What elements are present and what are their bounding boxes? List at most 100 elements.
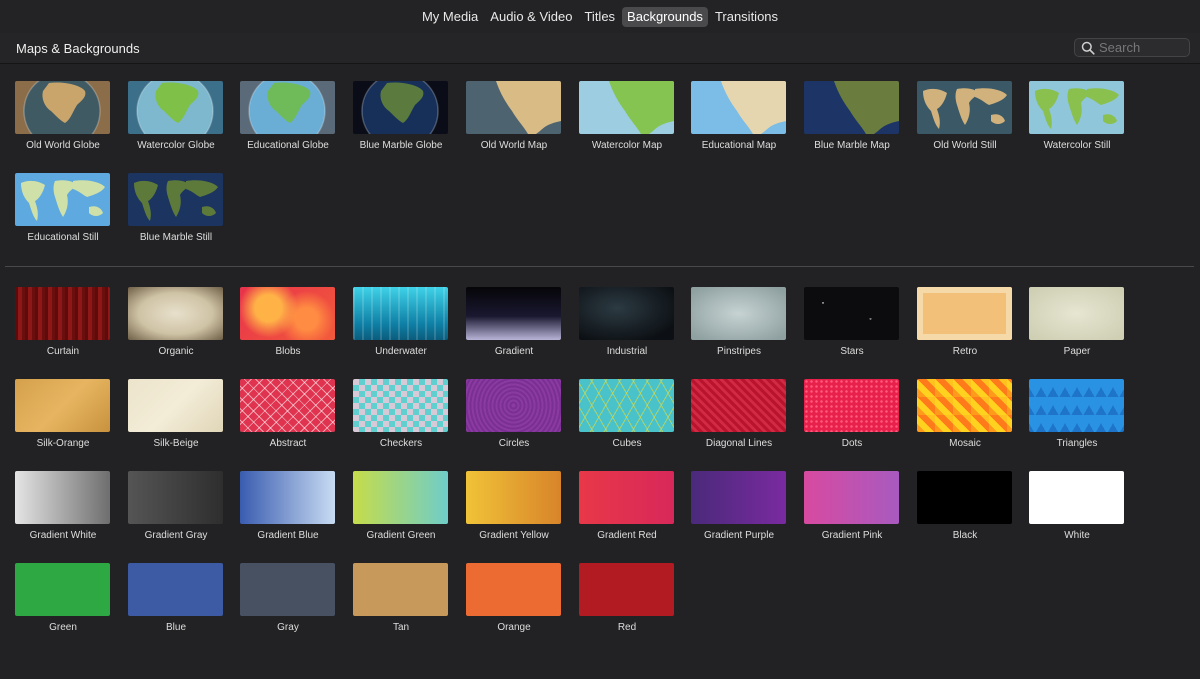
thumbnail[interactable] xyxy=(691,471,786,524)
thumbnail[interactable] xyxy=(917,81,1012,134)
thumbnail[interactable] xyxy=(804,379,899,432)
thumbnail[interactable] xyxy=(579,379,674,432)
tile-black[interactable]: Black xyxy=(917,471,1013,541)
thumbnail[interactable] xyxy=(1029,81,1124,134)
tile-retro[interactable]: Retro xyxy=(917,287,1013,357)
tile-gradient-green[interactable]: Gradient Green xyxy=(353,471,449,541)
tile-stars[interactable]: Stars xyxy=(804,287,900,357)
thumbnail[interactable] xyxy=(466,471,561,524)
thumbnail[interactable] xyxy=(466,287,561,340)
tile-dots[interactable]: Dots xyxy=(804,379,900,449)
tab-backgrounds[interactable]: Backgrounds xyxy=(622,6,708,27)
thumbnail[interactable] xyxy=(240,379,335,432)
tile-silk-orange[interactable]: Silk-Orange xyxy=(15,379,111,449)
tile-gray[interactable]: Gray xyxy=(240,563,336,633)
thumbnail[interactable] xyxy=(691,287,786,340)
thumbnail[interactable] xyxy=(579,81,674,134)
thumbnail[interactable] xyxy=(353,471,448,524)
tile-educational-globe[interactable]: Educational Globe xyxy=(240,81,336,151)
thumbnail[interactable] xyxy=(128,81,223,134)
tile-watercolor-still[interactable]: Watercolor Still xyxy=(1029,81,1125,151)
thumbnail[interactable] xyxy=(15,287,110,340)
tile-red[interactable]: Red xyxy=(579,563,675,633)
tile-green[interactable]: Green xyxy=(15,563,111,633)
thumbnail[interactable] xyxy=(240,563,335,616)
tile-gradient-white[interactable]: Gradient White xyxy=(15,471,111,541)
tile-blue[interactable]: Blue xyxy=(128,563,224,633)
thumbnail[interactable] xyxy=(128,287,223,340)
tile-organic[interactable]: Organic xyxy=(128,287,224,357)
tile-circles[interactable]: Circles xyxy=(466,379,562,449)
tab-my-media[interactable]: My Media xyxy=(417,7,483,27)
tile-cubes[interactable]: Cubes xyxy=(579,379,675,449)
tile-watercolor-map[interactable]: Watercolor Map xyxy=(579,81,675,151)
thumbnail[interactable] xyxy=(240,81,335,134)
thumbnail[interactable] xyxy=(691,81,786,134)
thumbnail[interactable] xyxy=(1029,471,1124,524)
tile-educational-still[interactable]: Educational Still xyxy=(15,173,111,243)
tile-underwater[interactable]: Underwater xyxy=(353,287,449,357)
tab-audio-video[interactable]: Audio & Video xyxy=(485,7,577,27)
tile-gradient-purple[interactable]: Gradient Purple xyxy=(691,471,787,541)
tile-paper[interactable]: Paper xyxy=(1029,287,1125,357)
thumbnail[interactable] xyxy=(353,81,448,134)
tile-blue-marble-map[interactable]: Blue Marble Map xyxy=(804,81,900,151)
thumbnail[interactable] xyxy=(128,173,223,226)
thumbnail[interactable] xyxy=(15,379,110,432)
thumbnail[interactable] xyxy=(128,563,223,616)
tile-old-world-globe[interactable]: Old World Globe xyxy=(15,81,111,151)
tile-blue-marble-still[interactable]: Blue Marble Still xyxy=(128,173,224,243)
tile-checkers[interactable]: Checkers xyxy=(353,379,449,449)
thumbnail[interactable] xyxy=(353,379,448,432)
thumbnail[interactable] xyxy=(240,471,335,524)
thumbnail[interactable] xyxy=(466,379,561,432)
tile-old-world-map[interactable]: Old World Map xyxy=(466,81,562,151)
tile-old-world-still[interactable]: Old World Still xyxy=(917,81,1013,151)
tile-abstract[interactable]: Abstract xyxy=(240,379,336,449)
tile-mosaic[interactable]: Mosaic xyxy=(917,379,1013,449)
tile-tan[interactable]: Tan xyxy=(353,563,449,633)
thumbnail[interactable] xyxy=(15,563,110,616)
tile-gradient-blue[interactable]: Gradient Blue xyxy=(240,471,336,541)
tile-silk-beige[interactable]: Silk-Beige xyxy=(128,379,224,449)
thumbnail[interactable] xyxy=(466,81,561,134)
thumbnail[interactable] xyxy=(579,287,674,340)
tile-gradient-yellow[interactable]: Gradient Yellow xyxy=(466,471,562,541)
thumbnail[interactable] xyxy=(353,287,448,340)
tile-blobs[interactable]: Blobs xyxy=(240,287,336,357)
thumbnail[interactable] xyxy=(353,563,448,616)
tile-white[interactable]: White xyxy=(1029,471,1125,541)
thumbnail[interactable] xyxy=(128,379,223,432)
thumbnail[interactable] xyxy=(804,287,899,340)
thumbnail[interactable] xyxy=(917,287,1012,340)
thumbnail[interactable] xyxy=(804,81,899,134)
thumbnail[interactable] xyxy=(579,471,674,524)
tab-transitions[interactable]: Transitions xyxy=(710,7,783,27)
search-input[interactable] xyxy=(1099,40,1187,55)
thumbnail[interactable] xyxy=(691,379,786,432)
tile-industrial[interactable]: Industrial xyxy=(579,287,675,357)
tile-curtain[interactable]: Curtain xyxy=(15,287,111,357)
thumbnail[interactable] xyxy=(466,563,561,616)
tile-gradient-pink[interactable]: Gradient Pink xyxy=(804,471,900,541)
tile-watercolor-globe[interactable]: Watercolor Globe xyxy=(128,81,224,151)
thumbnail[interactable] xyxy=(579,563,674,616)
thumbnail[interactable] xyxy=(240,287,335,340)
tile-pinstripes[interactable]: Pinstripes xyxy=(691,287,787,357)
search-field[interactable] xyxy=(1074,38,1190,57)
thumbnail[interactable] xyxy=(1029,379,1124,432)
thumbnail[interactable] xyxy=(15,81,110,134)
thumbnail[interactable] xyxy=(1029,287,1124,340)
tile-blue-marble-globe[interactable]: Blue Marble Globe xyxy=(353,81,449,151)
tile-gradient[interactable]: Gradient xyxy=(466,287,562,357)
thumbnail[interactable] xyxy=(917,379,1012,432)
tab-titles[interactable]: Titles xyxy=(579,7,620,27)
thumbnail[interactable] xyxy=(917,471,1012,524)
thumbnail[interactable] xyxy=(15,471,110,524)
tile-educational-map[interactable]: Educational Map xyxy=(691,81,787,151)
thumbnail[interactable] xyxy=(804,471,899,524)
tile-gradient-red[interactable]: Gradient Red xyxy=(579,471,675,541)
tile-gradient-gray[interactable]: Gradient Gray xyxy=(128,471,224,541)
tile-diagonal-lines[interactable]: Diagonal Lines xyxy=(691,379,787,449)
thumbnail[interactable] xyxy=(15,173,110,226)
